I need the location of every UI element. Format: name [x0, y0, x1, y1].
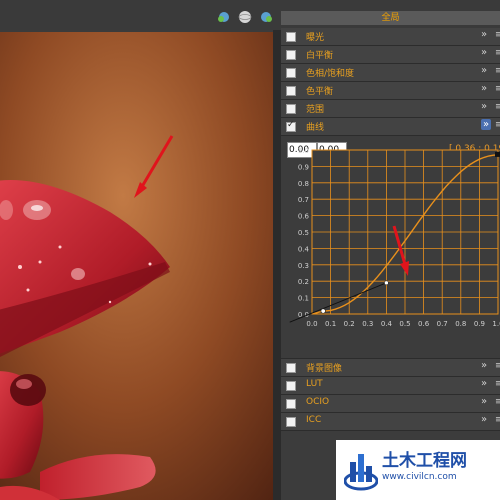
section-menu-icon[interactable]: ≡ [495, 66, 500, 76]
section-menu-icon[interactable]: ≡ [495, 84, 500, 94]
expand-chevron-icon[interactable]: » [481, 414, 487, 425]
x-tick-label: 0.0 [306, 320, 317, 328]
y-tick-label: 0.4 [298, 245, 310, 253]
x-tick-label: 0.4 [381, 320, 393, 328]
section-checkbox[interactable] [286, 104, 296, 114]
y-tick-label: 0.1 [298, 295, 309, 303]
section-checkbox[interactable] [286, 50, 296, 60]
section-menu-icon[interactable]: ≡ [495, 379, 500, 389]
x-tick-label: 0.1 [325, 320, 336, 328]
section-checkbox[interactable] [286, 68, 296, 78]
section-top-2[interactable]: 色相/饱和度 » ≡ [281, 64, 500, 82]
adjustment-panel: 曝光»≡白平衡»≡色相/饱和度»≡色平衡»≡范围»≡ 曲线 » ≡ 0.00 0… [281, 28, 500, 500]
curves-label: 曲线 [306, 123, 325, 133]
x-tick-label: 0.8 [455, 320, 466, 328]
section-menu-icon[interactable]: ≡ [495, 361, 500, 371]
section-checkbox[interactable] [286, 399, 296, 409]
section-label: 曝光 [306, 33, 325, 43]
section-label: 范围 [306, 105, 325, 115]
x-tick-label: 0.6 [418, 320, 430, 328]
x-tick-label: 0.2 [344, 320, 355, 328]
section-label: ICC [306, 415, 322, 425]
section-label: 白平衡 [306, 51, 334, 61]
section-top-4[interactable]: 范围 » ≡ [281, 100, 500, 118]
global-button[interactable]: 全局 [281, 11, 500, 25]
section-bottom-0[interactable]: 背景图像 » ≡ [281, 359, 500, 377]
section-label: 色平衡 [306, 87, 334, 97]
x-tick-label: 1.0 [492, 320, 500, 328]
expand-chevron-icon[interactable]: » [481, 101, 487, 112]
section-top-1[interactable]: 白平衡 » ≡ [281, 46, 500, 64]
sphere-icon[interactable] [238, 10, 252, 24]
curves-menu-icon[interactable]: ≡ [495, 120, 500, 130]
expand-chevron-icon[interactable]: » [481, 65, 487, 76]
y-tick-label: 0.2 [298, 278, 309, 286]
globe-left-icon[interactable] [217, 10, 231, 24]
curves-checkbox[interactable] [286, 120, 296, 132]
curve-tangent-point[interactable] [384, 280, 389, 286]
section-label: LUT [306, 379, 323, 389]
site-watermark: 土木工程网 www.civilcn.com [336, 440, 500, 500]
y-tick-label: 0.3 [298, 262, 309, 270]
curves-editor: 0.00 0.00 [ 0.36 ; 0.19 0.00.10.20.30.40… [281, 136, 500, 359]
section-checkbox[interactable] [286, 381, 296, 391]
curve-graph[interactable]: 0.00.10.20.30.40.50.60.70.80.91.01.00.90… [281, 136, 500, 358]
expand-chevron-icon[interactable]: » [481, 29, 487, 40]
curve-control-point[interactable] [320, 308, 326, 314]
section-menu-icon[interactable]: ≡ [495, 30, 500, 40]
splitter-handle[interactable] [273, 30, 281, 500]
x-tick-label: 0.3 [362, 320, 373, 328]
section-label: 色相/饱和度 [306, 69, 355, 79]
curves-expand-chevron-icon[interactable]: » [481, 119, 491, 130]
section-checkbox[interactable] [286, 417, 296, 427]
y-tick-label: 0.7 [298, 196, 309, 204]
y-tick-label: 0.6 [298, 213, 310, 221]
x-tick-label: 0.7 [437, 320, 448, 328]
curve-end-point[interactable] [495, 151, 500, 157]
section-label: OCIO [306, 397, 330, 407]
flower-photo [0, 32, 273, 500]
section-checkbox[interactable] [286, 32, 296, 42]
section-bottom-3[interactable]: ICC » ≡ [281, 413, 500, 431]
section-menu-icon[interactable]: ≡ [495, 415, 500, 425]
top-toolbar: 全局 [0, 0, 500, 30]
section-curves[interactable]: 曲线 » ≡ [281, 118, 500, 136]
y-tick-label: 0.9 [298, 163, 309, 171]
image-viewport[interactable] [0, 32, 273, 500]
section-menu-icon[interactable]: ≡ [495, 48, 500, 58]
x-tick-label: 0.5 [399, 320, 410, 328]
section-menu-icon[interactable]: ≡ [495, 102, 500, 112]
section-top-0[interactable]: 曝光 » ≡ [281, 28, 500, 46]
section-checkbox[interactable] [286, 86, 296, 96]
section-bottom-1[interactable]: LUT » ≡ [281, 377, 500, 395]
expand-chevron-icon[interactable]: » [481, 378, 487, 389]
civilcn-logo-icon [344, 454, 378, 491]
expand-chevron-icon[interactable]: » [481, 47, 487, 58]
globe-right-icon[interactable] [259, 10, 273, 24]
expand-chevron-icon[interactable]: » [481, 360, 487, 371]
section-top-3[interactable]: 色平衡 » ≡ [281, 82, 500, 100]
y-tick-label: 0.8 [298, 180, 309, 188]
watermark-title: 土木工程网 [382, 451, 467, 471]
section-menu-icon[interactable]: ≡ [495, 397, 500, 407]
x-tick-label: 0.9 [474, 320, 485, 328]
section-bottom-2[interactable]: OCIO » ≡ [281, 395, 500, 413]
expand-chevron-icon[interactable]: » [481, 83, 487, 94]
y-tick-label: 1.0 [298, 147, 309, 155]
watermark-url: www.civilcn.com [382, 472, 457, 482]
y-tick-label: 0.5 [298, 229, 309, 237]
section-label: 背景图像 [306, 364, 343, 374]
expand-chevron-icon[interactable]: » [481, 396, 487, 407]
section-checkbox[interactable] [286, 363, 296, 373]
